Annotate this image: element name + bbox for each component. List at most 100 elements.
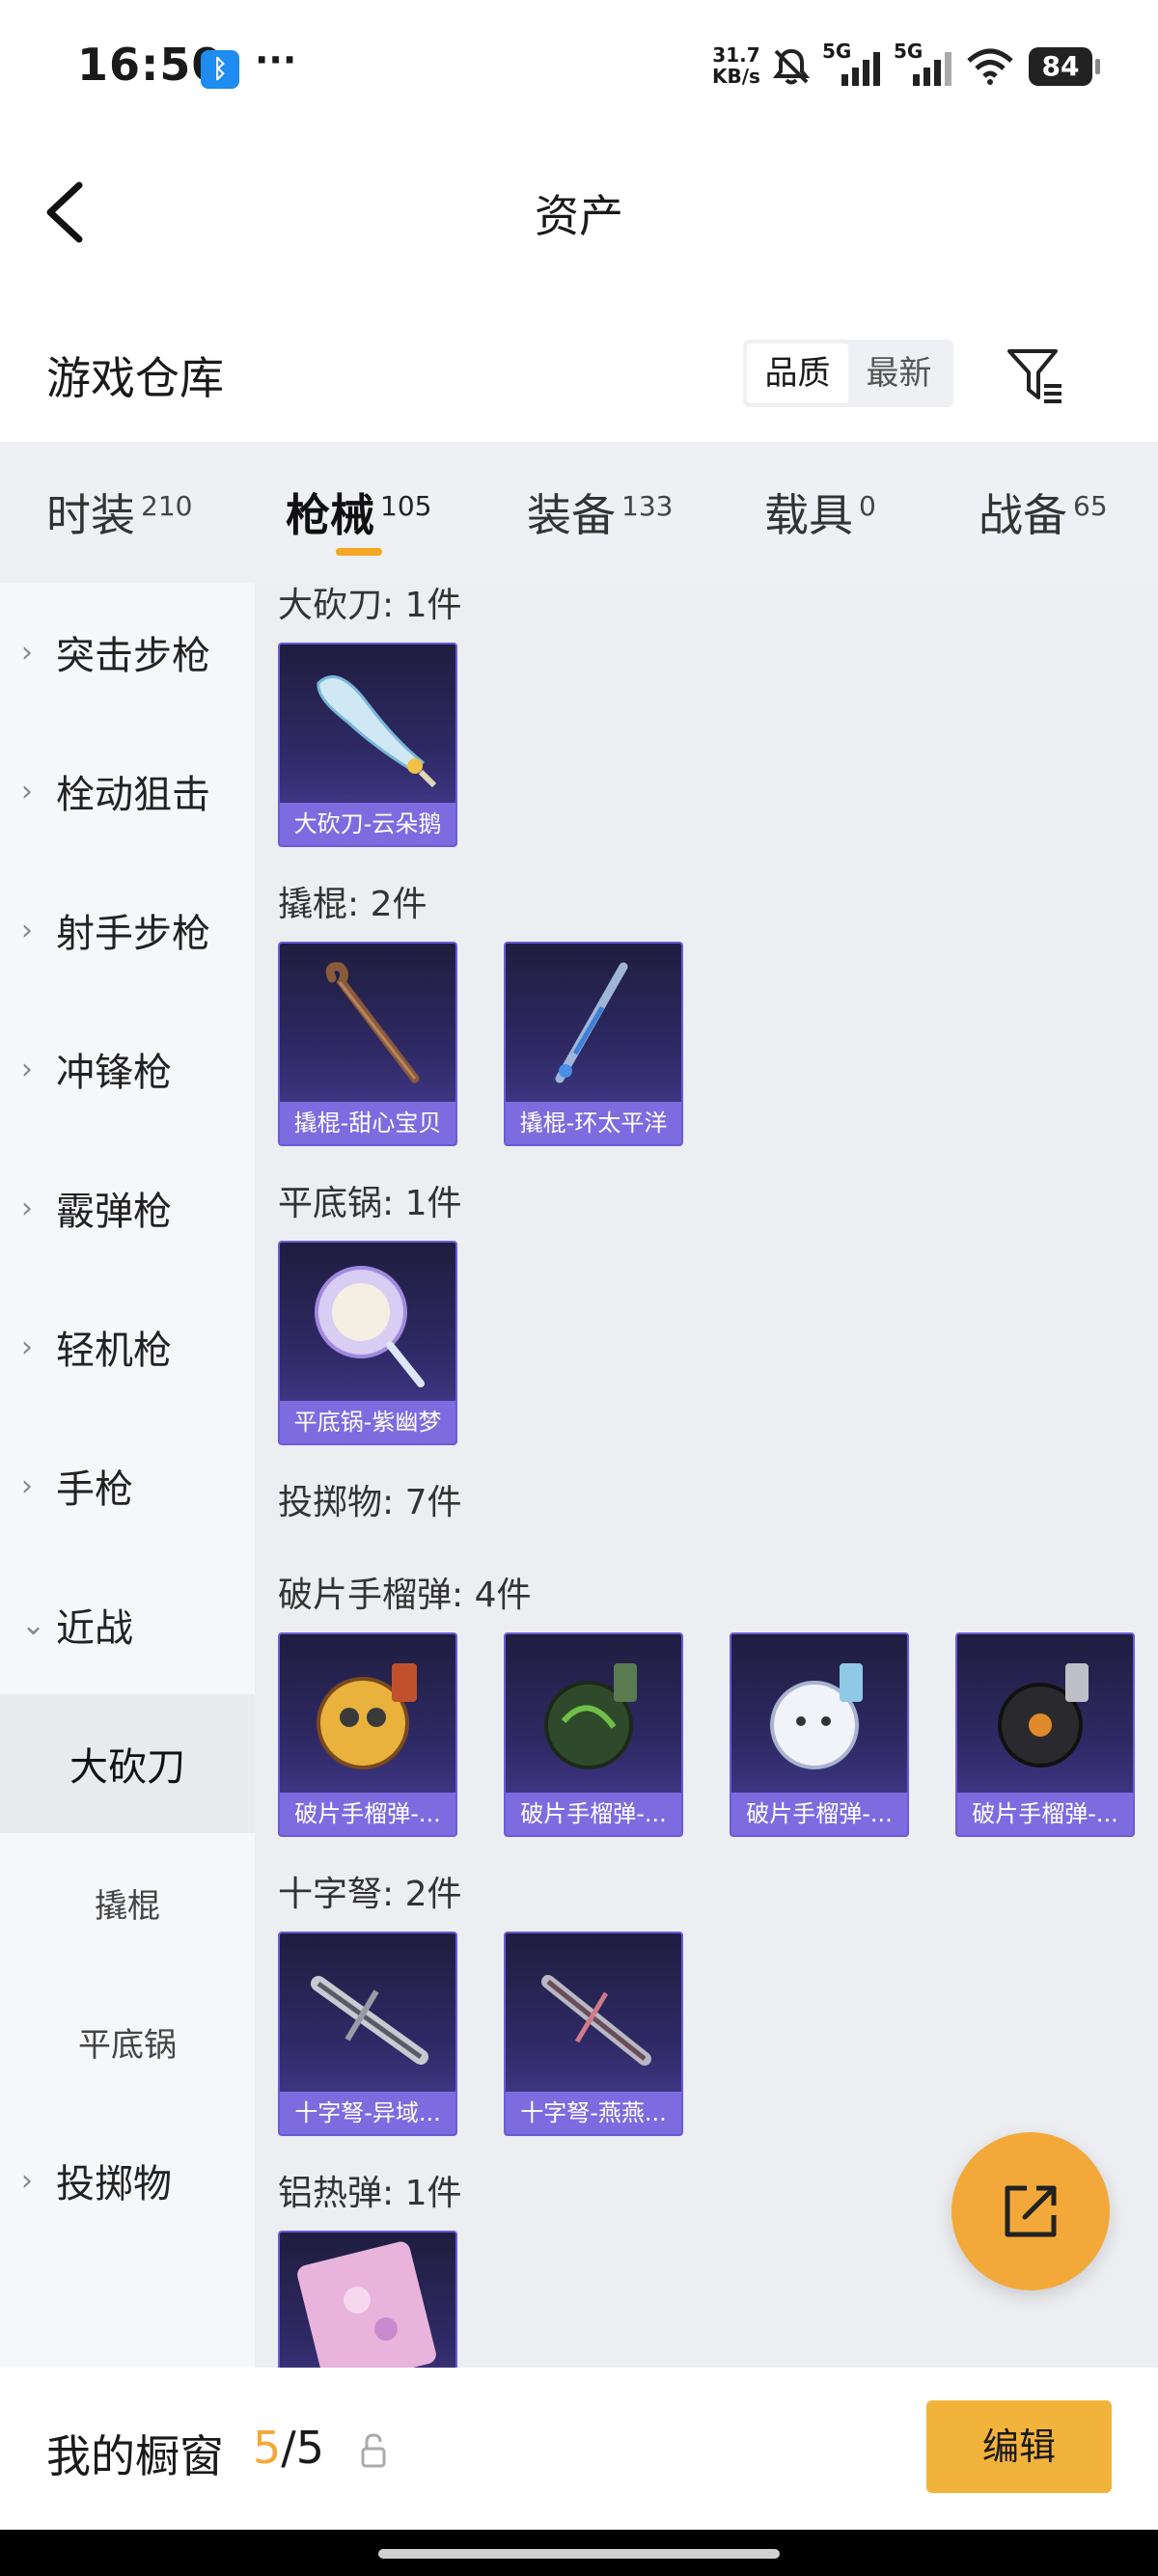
showcase-total: 5 — [295, 2422, 325, 2474]
tab-firearms[interactable]: 枪械 105 — [286, 480, 431, 544]
item-card[interactable]: 撬棍-环太平洋 — [504, 942, 683, 1146]
item-card[interactable]: 大砍刀-云朵鹅 — [278, 643, 457, 847]
group-title-throwables: 投掷物: 7件 — [278, 1483, 462, 1522]
item-card-label: 大砍刀-云朵鹅 — [280, 803, 455, 845]
sidebar-item-throwables[interactable]: › 投掷物 — [0, 2111, 255, 2250]
group-title-crossbow: 十字弩: 2件 — [278, 1875, 462, 1914]
sidebar-item-pistol[interactable]: › 手枪 — [0, 1416, 255, 1555]
signal-bars-icon — [841, 52, 880, 86]
tab-label: 载具 — [764, 489, 853, 541]
sidebar-item-assault-rifle[interactable]: › 突击步枪 — [0, 583, 255, 722]
item-card-label: 破片手榴弹-... — [731, 1793, 907, 1835]
sidebar-item-label: 突击步枪 — [56, 634, 210, 678]
sidebar-item-shotgun[interactable]: › 霰弹枪 — [0, 1138, 255, 1277]
item-grid: 大砍刀: 1件 大砍刀-云朵鹅 撬棍: 2件 撬棍-甜心宝贝 撬棍-环太平洋 平… — [255, 583, 1158, 2368]
item-card-label: 破片手榴弹-... — [506, 1793, 681, 1835]
share-fab[interactable] — [951, 2132, 1110, 2290]
warehouse-row: 游戏仓库 品质 最新 — [0, 318, 1158, 434]
status-more: ··· — [255, 39, 297, 81]
thermite-skin-icon — [297, 2241, 436, 2368]
showcase-bar: 我的橱窗 5/5 编辑 — [0, 2368, 1158, 2530]
chevron-right-icon: › — [21, 1191, 33, 1225]
item-card[interactable]: 破片手榴弹-... — [955, 1632, 1135, 1837]
pan-skin-icon — [315, 1266, 425, 1387]
sidebar-item-label: 轻机枪 — [56, 1329, 172, 1373]
tab-vehicles[interactable]: 载具 0 — [764, 480, 876, 544]
sidebar-subitem-pan[interactable]: 平底锅 — [0, 1972, 255, 2111]
tab-count: 133 — [621, 489, 674, 522]
sidebar-item-label: 手枪 — [56, 1467, 133, 1512]
tab-supplies[interactable]: 战备 65 — [979, 480, 1108, 544]
app-header: 资产 — [0, 135, 1158, 289]
tab-fashion[interactable]: 时装 210 — [46, 480, 192, 544]
home-indicator[interactable] — [378, 2549, 780, 2559]
item-card[interactable]: 破片手榴弹-... — [730, 1632, 909, 1837]
sidebar-item-label: 平底锅 — [78, 2025, 177, 2065]
sidebar-subitem-machete[interactable]: 大砍刀 — [0, 1694, 255, 1833]
tab-equipment[interactable]: 装备 133 — [527, 480, 673, 544]
net-speed-value: 31.7 — [712, 43, 760, 67]
tab-count: 65 — [1073, 489, 1108, 522]
tab-count: 0 — [859, 489, 876, 522]
sidebar-item-label: 撬棍 — [95, 1886, 160, 1926]
warehouse-title: 游戏仓库 — [46, 352, 224, 404]
tab-label: 装备 — [527, 489, 616, 541]
tab-active-indicator — [336, 548, 382, 556]
category-tabs: 时装 210 枪械 105 装备 133 载具 0 战备 65 — [0, 442, 1158, 583]
item-card-label: 破片手榴弹-... — [280, 1793, 455, 1835]
item-card-label: 撬棍-环太平洋 — [506, 1102, 681, 1144]
item-card[interactable]: 平底锅-紫幽梦 — [278, 1241, 457, 1445]
filter-button[interactable] — [1004, 343, 1067, 407]
sidebar-item-lmg[interactable]: › 轻机枪 — [0, 1277, 255, 1416]
showcase-current: 5 — [253, 2422, 282, 2474]
grenade-skin-icon — [544, 1663, 637, 1769]
lock-icon — [361, 2433, 386, 2468]
status-icons: 5G 5G 84 — [770, 40, 1100, 91]
sidebar-item-label: 霰弹枪 — [56, 1190, 172, 1234]
group-title-crowbar: 撬棍: 2件 — [278, 885, 427, 924]
sidebar-item-label: 栓动狙击 — [56, 773, 210, 817]
crossbow-skin-icon — [541, 1975, 651, 2066]
tab-label: 战备 — [979, 489, 1067, 541]
item-card[interactable]: 破片手榴弹-... — [504, 1632, 683, 1837]
gesture-bar — [0, 2530, 1158, 2576]
item-card[interactable]: 撬棍-甜心宝贝 — [278, 942, 457, 1146]
filter-icon — [1007, 349, 1062, 403]
chevron-right-icon: › — [21, 1329, 33, 1364]
edit-button[interactable]: 编辑 — [926, 2400, 1112, 2493]
chevron-right-icon: › — [21, 2163, 33, 2198]
net-speed: 31.7 KB/s — [712, 44, 760, 87]
sort-option-newest[interactable]: 最新 — [848, 343, 950, 403]
sidebar-item-smg[interactable]: › 冲锋枪 — [0, 1000, 255, 1138]
sort-option-quality[interactable]: 品质 — [747, 343, 848, 403]
chevron-right-icon: › — [21, 1052, 33, 1086]
sidebar-subitem-crowbar[interactable]: 撬棍 — [0, 1833, 255, 1972]
tab-count: 210 — [141, 489, 193, 522]
item-card-label: 破片手榴弹-... — [957, 1793, 1133, 1835]
crowbar-skin-icon — [325, 962, 420, 1083]
bluetooth-icon: ᛒ — [201, 50, 239, 89]
sidebar-item-marksman-rifle[interactable]: › 射手步枪 — [0, 861, 255, 1000]
item-card[interactable] — [278, 2231, 457, 2368]
grenade-skin-icon — [998, 1663, 1089, 1768]
crowbar-skin-icon — [555, 962, 628, 1083]
sidebar-item-bolt-sniper[interactable]: › 栓动狙击 — [0, 722, 255, 861]
chevron-right-icon: › — [21, 1468, 33, 1503]
item-card-label: 平底锅-紫幽梦 — [280, 1401, 455, 1443]
showcase-count: 5/5 — [253, 2422, 324, 2474]
item-card-label: 十字弩-燕燕... — [506, 2092, 681, 2134]
item-card[interactable]: 十字弩-燕燕... — [504, 1932, 683, 2136]
item-card[interactable]: 十字弩-异域... — [278, 1932, 457, 2136]
share-external-icon — [1005, 2185, 1057, 2237]
sidebar-item-melee[interactable]: ⌄ 近战 — [0, 1555, 255, 1694]
sidebar-item-label: 投掷物 — [56, 2162, 172, 2206]
item-card-label: 十字弩-异域... — [280, 2092, 455, 2134]
item-card[interactable]: 破片手榴弹-... — [278, 1632, 457, 1837]
group-title-frag-grenade: 破片手榴弹: 4件 — [278, 1576, 532, 1615]
chevron-right-icon: › — [21, 774, 33, 808]
showcase-title: 我的橱窗 — [46, 2430, 224, 2482]
status-bar: 16:50 ᛒ ··· 31.7 KB/s 5G 5G 84 — [0, 0, 1158, 135]
net-speed-unit: KB/s — [712, 65, 760, 88]
sort-toggle: 品质 最新 — [743, 340, 953, 407]
machete-skin-icon — [317, 674, 437, 788]
